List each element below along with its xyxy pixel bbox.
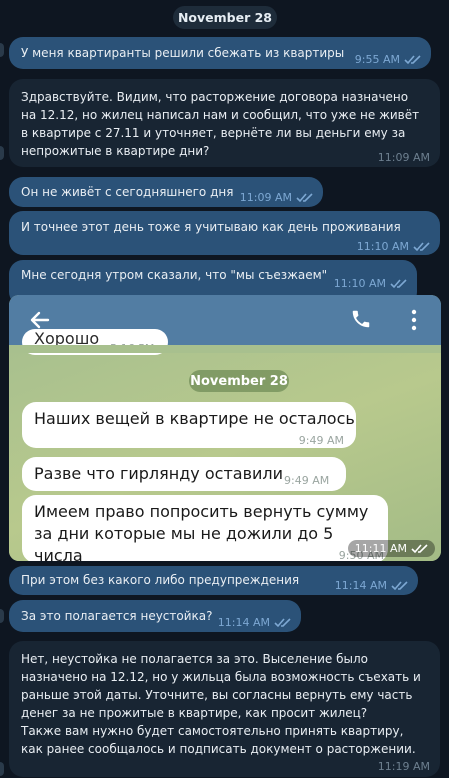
message-time: 11:10 AM xyxy=(333,277,386,290)
avatar[interactable] xyxy=(0,43,4,57)
screenshot-message-text: Разве что гирлянду оставили xyxy=(34,464,284,483)
message-meta: 11:14 AM xyxy=(335,577,408,595)
double-check-icon xyxy=(413,242,430,252)
double-check-icon xyxy=(390,279,407,289)
screenshot-message-bubble: Разве что гирлянду оставили 9:49 AM xyxy=(22,457,346,491)
double-check-icon xyxy=(274,618,291,628)
message-meta: 11:10 AM xyxy=(334,275,407,293)
message-meta: 11:14 AM xyxy=(218,614,291,632)
double-check-icon xyxy=(391,581,408,591)
screenshot-message-bubble: Наших вещей в квартире не осталось 9:49 … xyxy=(22,402,356,448)
screenshot-message-text: Наших вещей в квартире не осталось xyxy=(34,409,355,428)
message-bubble[interactable]: За это полагается неустойка? 11:14 AM xyxy=(9,600,301,632)
message-text: За это полагается неустойка? xyxy=(21,609,213,623)
message-meta: 11:10 AM xyxy=(357,238,430,256)
avatar[interactable] xyxy=(0,609,4,623)
message-time: 11:14 AM xyxy=(334,579,387,592)
double-check-icon xyxy=(404,55,421,65)
phone-icon xyxy=(352,310,370,328)
screenshot-message-time: 9:49 AM xyxy=(298,434,344,447)
message-text: У меня квартиранты решили сбежать из ква… xyxy=(21,46,345,60)
message-text: Мне сегодня утром сказали, что "мы съезж… xyxy=(21,268,328,282)
date-header: November 28 xyxy=(173,6,277,29)
message-bubble[interactable]: У меня квартиранты решили сбежать из ква… xyxy=(9,37,431,69)
screenshot-message-bubble: Имеем право попросить вернуть сумму за д… xyxy=(22,495,388,561)
screenshot-date: November 28 xyxy=(189,370,289,392)
message-text: Он не живёт с сегодняшнего дня xyxy=(21,185,234,199)
message-text: При этом без какого либо предупреждения xyxy=(21,573,300,587)
message-meta: 11:09 AM xyxy=(378,149,430,167)
message-meta: 11:09 AM xyxy=(240,189,313,207)
screenshot-message-time: 9:49 AM xyxy=(284,474,330,487)
message-time: 11:09 AM xyxy=(377,151,430,164)
double-check-icon xyxy=(296,193,313,203)
message-bubble[interactable]: Нет, неустойка не полагается за это. Выс… xyxy=(9,641,440,777)
screenshot-meta: 11:11 AM xyxy=(347,540,435,557)
avatar[interactable] xyxy=(0,146,4,160)
message-time: 9:55 AM xyxy=(354,53,400,66)
avatar[interactable] xyxy=(0,762,4,776)
message-text: И точнее этот день тоже я учитываю как д… xyxy=(21,220,401,234)
message-text: Нет, неустойка не полагается за это. Выс… xyxy=(21,652,421,756)
screenshot-sent-time: 11:11 AM xyxy=(354,542,407,555)
message-text: Здравствуйте. Видим, что расторжение дог… xyxy=(21,90,420,158)
message-meta: 9:55 AM xyxy=(355,51,421,69)
message-bubble[interactable]: При этом без какого либо предупреждения … xyxy=(9,566,418,595)
attached-screenshot[interactable]: Хорошо 5:16 PM November 28 Наших вещей в… xyxy=(9,295,441,561)
more-vertical-icon xyxy=(411,309,417,331)
screenshot-message-text: Имеем право попросить вернуть сумму за д… xyxy=(34,502,369,561)
message-bubble[interactable]: Здравствуйте. Видим, что расторжение дог… xyxy=(9,79,440,167)
message-bubble[interactable]: И точнее этот день тоже я учитываю как д… xyxy=(9,211,440,255)
message-time: 11:19 AM xyxy=(377,760,430,773)
message-time: 11:10 AM xyxy=(356,240,409,253)
message-bubble[interactable]: Он не живёт с сегодняшнего дня 11:09 AM xyxy=(9,177,323,207)
message-time: 11:09 AM xyxy=(239,191,292,204)
message-time: 11:14 AM xyxy=(217,616,270,629)
double-check-icon xyxy=(411,543,428,553)
message-meta: 11:19 AM xyxy=(378,758,430,776)
